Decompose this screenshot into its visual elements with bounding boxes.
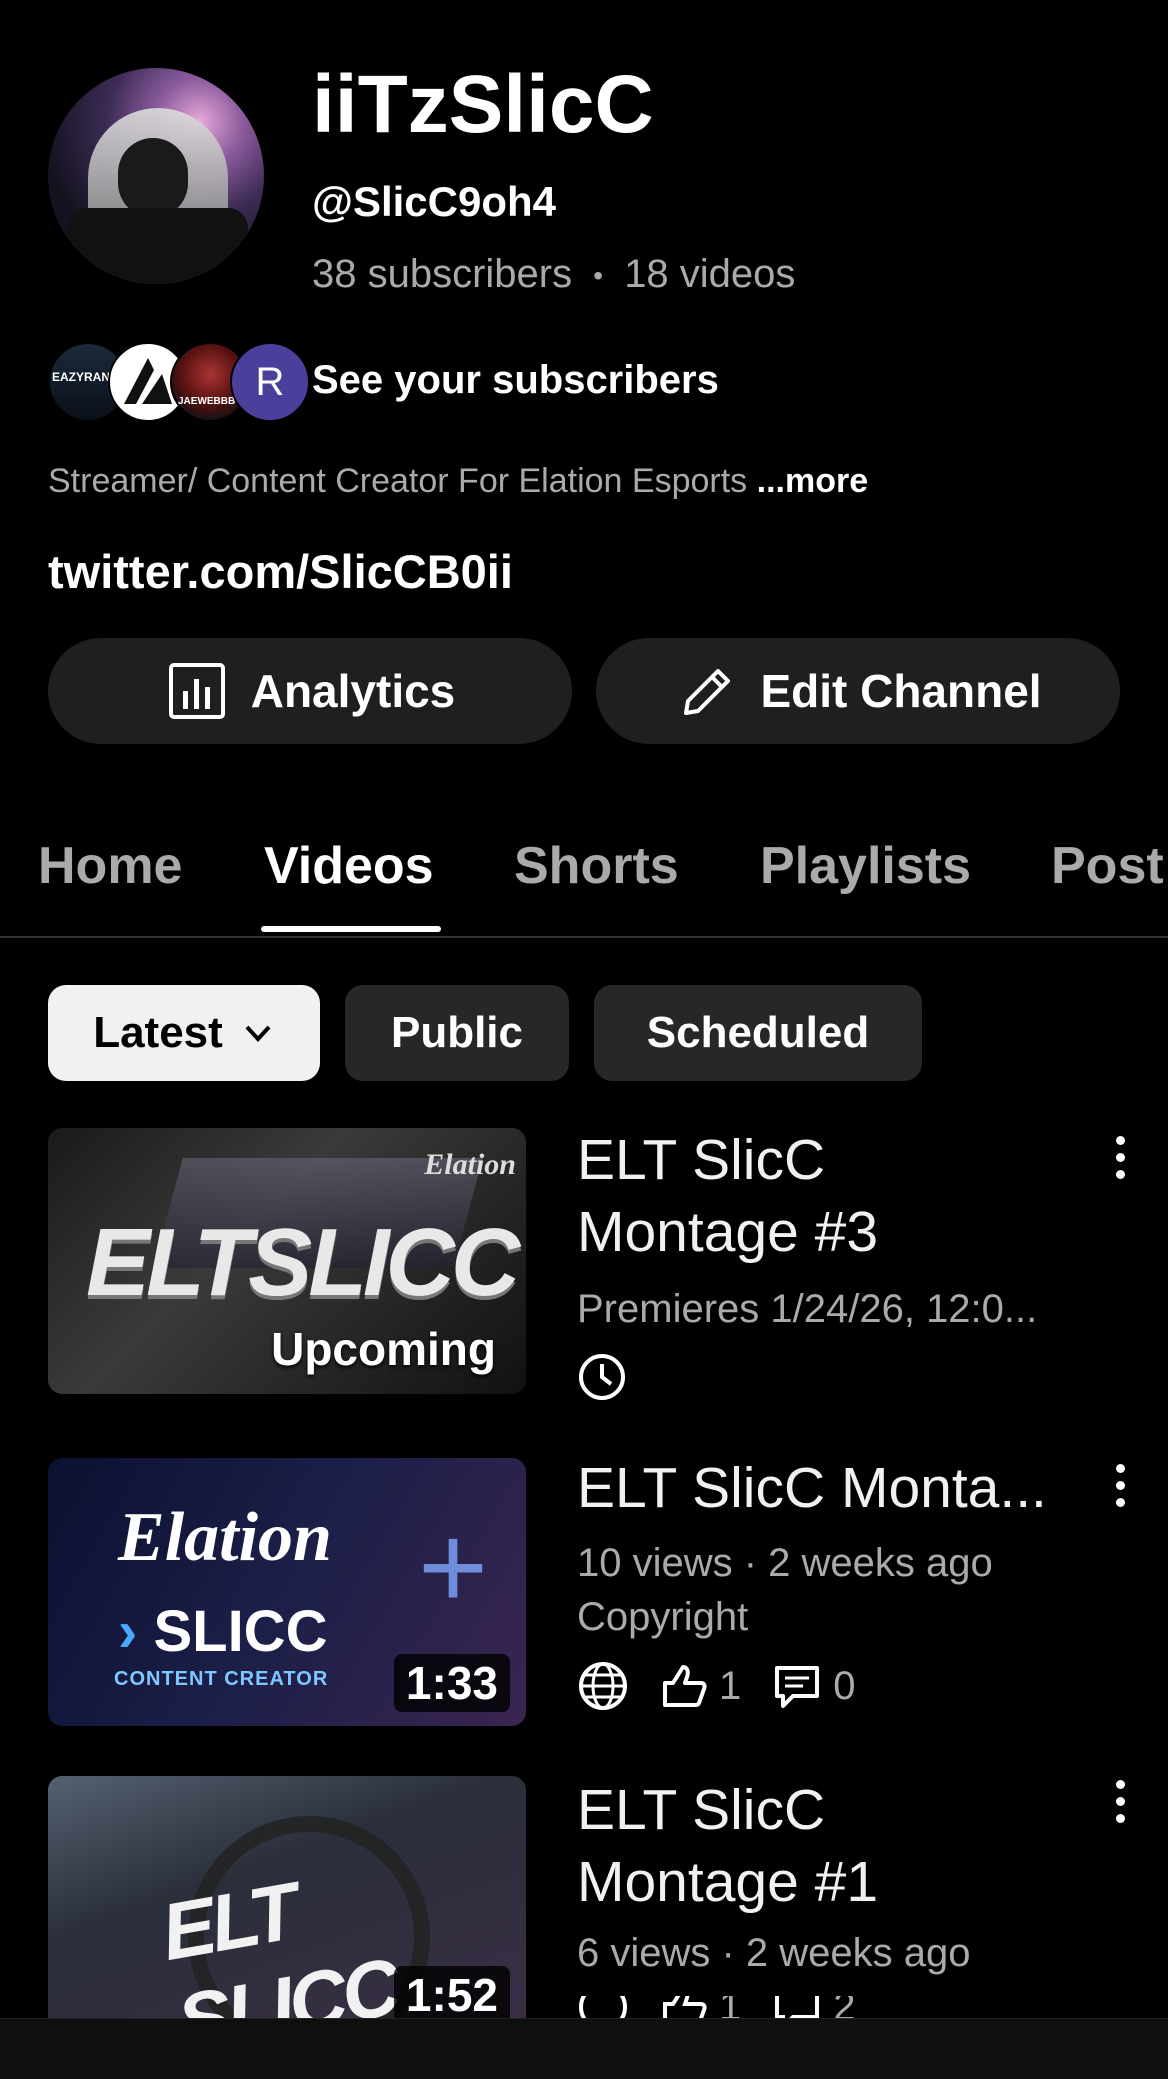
thumbnail-name: › SLICC [118,1598,327,1665]
video-title-line: ELT SlicC [577,1778,826,1842]
video-title[interactable]: ELT SlicC Montage #3 [577,1124,1107,1268]
thumbnail-subtitle: CONTENT CREATOR [114,1668,329,1690]
subscriber-avatar-label: JAEWEBBB [178,396,236,407]
tab-shorts[interactable]: Shorts [514,836,679,896]
channel-stats: 38 subscribers • 18 videos [312,252,795,297]
video-title[interactable]: ELT SlicC Monta... [577,1452,1107,1524]
channel-description[interactable]: Streamer/ Content Creator For Elation Es… [48,462,868,501]
thumbnail-logo: Elation [118,1499,332,1576]
video-title-line: Montage #3 [577,1200,879,1264]
copyright-notice[interactable]: Copyright [577,1590,748,1644]
comment-count: 0 [833,1663,856,1708]
video-views-age: 6 views · 2 weeks ago [577,1931,971,1975]
video-title[interactable]: ELT SlicC Montage #1 [577,1774,1107,1918]
video-title-line: Montage #1 [577,1850,879,1914]
edit-channel-label: Edit Channel [760,665,1042,717]
description-text: Streamer/ Content Creator For Elation Es… [48,462,748,500]
upcoming-badge: Upcoming [271,1323,496,1375]
video-duration: 1:33 [393,1654,510,1712]
pencil-icon [684,669,731,715]
more-link[interactable]: ...more [757,462,868,500]
channel-link[interactable]: twitter.com/SlicCB0ii [48,544,513,599]
analytics-label: Analytics [250,665,456,717]
public-chip[interactable]: Public [345,985,569,1081]
comment-icon [775,1996,820,2018]
channel-name: iiTzSlicC [312,59,654,150]
tab-home[interactable]: Home [38,836,182,896]
tab-videos[interactable]: Videos [264,836,434,896]
more-options-icon[interactable] [1110,1136,1130,1182]
channel-handle: @SlicC9oh4 [312,178,557,225]
avatar-face [118,138,188,218]
bottom-navigation-bar [0,2018,1168,2079]
like-count: 1 [719,1996,742,2018]
video-thumbnail[interactable]: Elation + › SLICC CONTENT CREATOR 1:33 [48,1458,526,1726]
like-count: 1 [719,1663,742,1708]
video-views-age: 10 views · 2 weeks ago [577,1541,993,1585]
avatar-shirt [68,208,248,284]
edit-channel-button[interactable]: Edit Channel [596,638,1120,744]
channel-tabs: Home Videos Shorts Playlists Post [0,826,1168,938]
chevron-right-icon: › [118,1599,138,1664]
video-stats-row: 1 2 [577,1996,856,2018]
subscriber-avatar: R [230,342,310,422]
subscriber-count: 38 subscribers [312,252,573,296]
sort-latest-chip[interactable]: Latest [48,985,320,1081]
tab-playlists[interactable]: Playlists [760,836,971,896]
more-options-icon[interactable] [1110,1464,1130,1510]
active-tab-indicator [261,926,441,932]
thumbnail-text: ELTSLICC [86,1209,520,1316]
thumbnail-name-text: SLICC [153,1599,328,1664]
channel-avatar[interactable] [48,68,264,284]
video-title-line: ELT SlicC [577,1128,826,1192]
clock-icon [577,1352,627,1407]
video-thumbnail[interactable]: ELTSLICC Elation Upcoming [48,1128,526,1394]
thumbs-up-icon [663,1996,707,2018]
video-count: 18 videos [624,252,796,296]
tab-posts[interactable]: Post [1051,836,1164,896]
latest-label: Latest [93,1008,223,1057]
globe-icon [579,1662,627,1710]
video-duration: 1:52 [393,1966,510,2018]
thumbs-up-icon [663,1665,707,1707]
stats-separator: • [593,260,604,292]
more-options-icon[interactable] [1110,1780,1130,1826]
video-stats-row: 1 0 [577,1660,856,1712]
scheduled-chip[interactable]: Scheduled [594,985,922,1081]
comment-icon [775,1666,820,1708]
video-thumbnail[interactable]: ELT SLICC 1:52 [48,1776,526,2018]
see-subscribers-link[interactable]: See your subscribers [312,358,719,403]
thumbnail-logo: Elation [424,1148,516,1181]
globe-icon [579,1996,627,2018]
comment-count: 2 [833,1996,856,2018]
chevron-down-icon [245,1025,271,1042]
cross-icon: + [418,1500,489,1634]
analytics-icon [168,663,225,719]
video-premiere-date: Premieres 1/24/26, 12:0... [577,1287,1038,1331]
analytics-button[interactable]: Analytics [48,638,572,744]
